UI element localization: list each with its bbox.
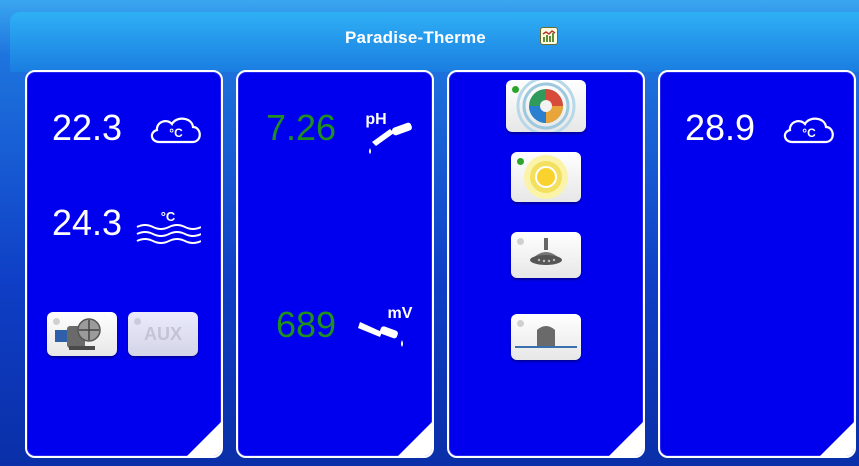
tank-button[interactable] xyxy=(511,314,581,360)
pump-status-led xyxy=(53,318,60,325)
outdoor-temp-value: 28.9 xyxy=(685,107,756,148)
panel-temperatures: 22.3 °C 24.3 °C AUX xyxy=(25,70,223,458)
panel-resize-corner[interactable] xyxy=(396,420,432,456)
ph-dropper-icon: pH xyxy=(360,104,424,159)
chart-icon[interactable] xyxy=(540,27,558,45)
panel-devices xyxy=(447,70,645,458)
shower-status-led xyxy=(517,238,524,245)
mv-unit: mV xyxy=(388,305,413,322)
title-text: Paradise-Therme xyxy=(345,28,486,47)
color-light-status-led xyxy=(512,86,519,93)
pump-button[interactable] xyxy=(47,312,117,356)
panel-outdoor: 28.9 °C xyxy=(658,70,856,458)
aux-button[interactable]: AUX xyxy=(128,312,198,356)
cloud-unit: °C xyxy=(802,126,816,140)
page-title: Paradise-Therme xyxy=(0,28,859,48)
light-status-led xyxy=(517,158,524,165)
cloud-unit: °C xyxy=(169,126,183,140)
panel-water-chemistry: 7.26 pH 689 mV xyxy=(236,70,434,458)
shower-button[interactable] xyxy=(511,232,581,278)
color-light-button[interactable] xyxy=(506,76,586,136)
panel-resize-corner[interactable] xyxy=(185,420,221,456)
aux-label: AUX xyxy=(143,324,182,344)
water-temperature-icon: °C xyxy=(135,205,202,254)
water-temp-value: 24.3 xyxy=(52,202,123,243)
air-temp-value: 22.3 xyxy=(52,107,123,148)
mv-value: 689 xyxy=(276,304,337,345)
mv-dropper-icon: mV xyxy=(356,298,420,355)
light-button[interactable] xyxy=(511,152,581,202)
panel-resize-corner[interactable] xyxy=(607,420,643,456)
cloud-temperature-icon: °C xyxy=(780,112,838,153)
ph-value: 7.26 xyxy=(266,107,337,148)
water-unit: °C xyxy=(161,209,176,224)
tank-status-led xyxy=(517,320,524,327)
cloud-temperature-icon: °C xyxy=(147,112,205,153)
panel-resize-corner[interactable] xyxy=(818,420,854,456)
ph-unit: pH xyxy=(365,111,386,128)
